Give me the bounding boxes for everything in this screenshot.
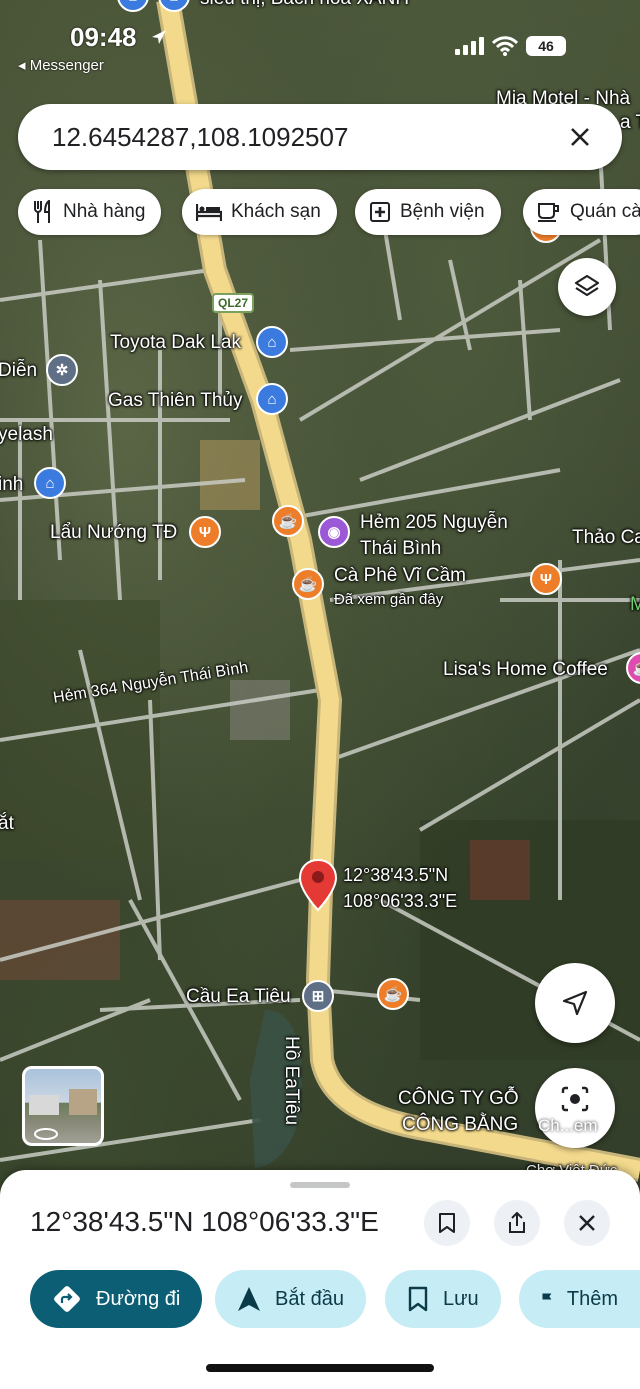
bookmark-icon <box>408 1286 428 1312</box>
search-bar[interactable]: 12.6454287,108.1092507 <box>18 104 622 170</box>
layers-icon <box>574 274 600 297</box>
map-label-m: M <box>630 594 640 615</box>
share-icon <box>509 1212 525 1233</box>
coffee-poi-icon[interactable]: ☕ <box>292 568 324 600</box>
chip-restaurants[interactable]: Nhà hàng <box>18 189 162 235</box>
restaurant-poi-icon[interactable]: Ψ <box>189 516 221 548</box>
status-bar: 09:48 ◂ Messenger 46 <box>0 0 640 90</box>
map-label-pin-lat: 12°38'43.5"N <box>343 865 449 885</box>
close-sheet-button[interactable] <box>564 1200 610 1246</box>
bookmark-icon <box>439 1213 455 1233</box>
temple-icon[interactable]: ✲ <box>46 354 78 386</box>
chip-hospitals[interactable]: Bệnh viện <box>355 189 501 235</box>
start-button[interactable]: Bắt đầu <box>215 1270 366 1328</box>
hotel-icon <box>196 204 222 221</box>
place-title: 12°38'43.5"N 108°06'33.3"E <box>30 1206 379 1237</box>
search-input[interactable]: 12.6454287,108.1092507 <box>52 122 562 153</box>
restaurant-poi-icon[interactable]: Ψ <box>530 563 562 595</box>
building-shape <box>69 1089 97 1115</box>
map-label-inh: inh <box>0 474 24 495</box>
add-more-label: Thêm <box>566 1287 618 1310</box>
road-badge-ql27: QL27 <box>212 293 254 313</box>
map-label-ho-ea-tieu: Hồ EaTiêu <box>281 1036 302 1126</box>
close-icon[interactable] <box>562 119 598 155</box>
map-label-cau-ea-tieu: Cầu Ea Tiêu <box>186 986 291 1007</box>
directions-icon <box>54 1286 80 1312</box>
close-icon <box>579 1215 595 1231</box>
map-label-ca-phe-sub: Đã xem gần đây <box>334 591 444 608</box>
restaurant-icon <box>34 200 50 223</box>
save-button[interactable]: Lưu <box>385 1270 501 1328</box>
shop-icon[interactable]: ⌂ <box>256 383 288 415</box>
coffee-poi-icon[interactable]: ☕ <box>272 505 304 537</box>
wifi-icon <box>492 36 518 56</box>
coffee-poi-icon[interactable]: ☕ <box>377 978 409 1010</box>
rotate-360-icon <box>34 1128 58 1140</box>
camera-poi-icon[interactable]: ◉ <box>318 516 350 548</box>
coffee-icon <box>538 203 559 222</box>
map-label-pin-lng: 108°06'33.3"E <box>343 891 458 911</box>
place-bottom-sheet[interactable]: 12°38'43.5"N 108°06'33.3"E Đường đi Bắt … <box>0 1170 640 1389</box>
bridge-icon[interactable]: ⊞ <box>302 980 334 1012</box>
signal-icon <box>455 37 484 55</box>
lens-label: Ch...em <box>538 1116 598 1135</box>
map-label-dien: Diễn <box>0 360 38 381</box>
map-label-lisas: Lisa's Home Coffee <box>443 659 608 680</box>
battery-icon: 46 <box>526 36 566 56</box>
chip-label: Bệnh viện <box>400 201 485 222</box>
camera-lens-icon <box>561 1086 589 1112</box>
map-label-gas: Gas Thiên Thủy <box>108 390 243 411</box>
save-label: Lưu <box>443 1287 479 1310</box>
add-more-button[interactable]: Thêm <box>519 1270 640 1328</box>
shop-icon[interactable]: ⌂ <box>256 326 288 358</box>
home-indicator[interactable] <box>206 1364 434 1372</box>
chip-hotels[interactable]: Khách sạn <box>182 189 337 235</box>
chip-coffee[interactable]: Quán cà <box>523 189 640 235</box>
chip-label: Quán cà <box>570 201 640 222</box>
directions-label: Đường đi <box>96 1287 181 1310</box>
building-shape <box>29 1095 59 1115</box>
status-time: 09:48 <box>70 22 137 52</box>
my-location-button[interactable] <box>535 963 615 1043</box>
save-icon-button[interactable] <box>424 1200 470 1246</box>
category-chips: Nhà hàng Khách sạn Bệnh viện Quán cà <box>18 189 640 235</box>
navigation-arrow-icon <box>562 990 588 1016</box>
lens-button[interactable] <box>535 1068 615 1148</box>
start-label: Bắt đầu <box>275 1287 344 1310</box>
map-label-eyelash: yelash <box>0 424 53 445</box>
layers-button[interactable] <box>558 258 616 316</box>
map-label-thao-ca: Thảo Ca <box>572 527 640 548</box>
chip-label: Nhà hàng <box>63 201 146 222</box>
back-to-app-link[interactable]: ◂ Messenger <box>18 56 104 74</box>
flag-icon <box>542 1293 552 1305</box>
map-label-toyota: Toyota Dak Lak <box>110 332 241 353</box>
sheet-drag-handle[interactable] <box>290 1182 350 1188</box>
map-label-cong-ty-2: CÔNG BẰNG <box>402 1114 519 1135</box>
map-label-mia-motel-2: a T <box>620 112 640 133</box>
status-icons: 46 <box>455 36 566 56</box>
navigation-arrow-icon <box>238 1287 260 1311</box>
hospital-icon <box>370 202 390 222</box>
location-arrow-icon <box>152 30 166 44</box>
shop-icon[interactable]: ⌂ <box>34 467 66 499</box>
map-label-ca-phe: Cà Phê Vĩ Cầm <box>334 565 466 586</box>
map-label-hem205-2: Thái Bình <box>360 538 442 559</box>
location-pin-icon[interactable] <box>298 858 338 912</box>
street-view-thumbnail[interactable] <box>22 1066 104 1146</box>
map-label-hem205-1: Hẻm 205 Nguyễn <box>360 512 508 533</box>
map-label-lau-nuong: Lẩu Nướng TĐ <box>50 522 178 543</box>
share-button[interactable] <box>494 1200 540 1246</box>
chip-label: Khách sạn <box>231 201 321 222</box>
map-label-cong-ty-1: CÔNG TY GỖ <box>398 1088 519 1109</box>
directions-button[interactable]: Đường đi <box>30 1270 203 1328</box>
map-label-at: ắt <box>0 813 14 834</box>
